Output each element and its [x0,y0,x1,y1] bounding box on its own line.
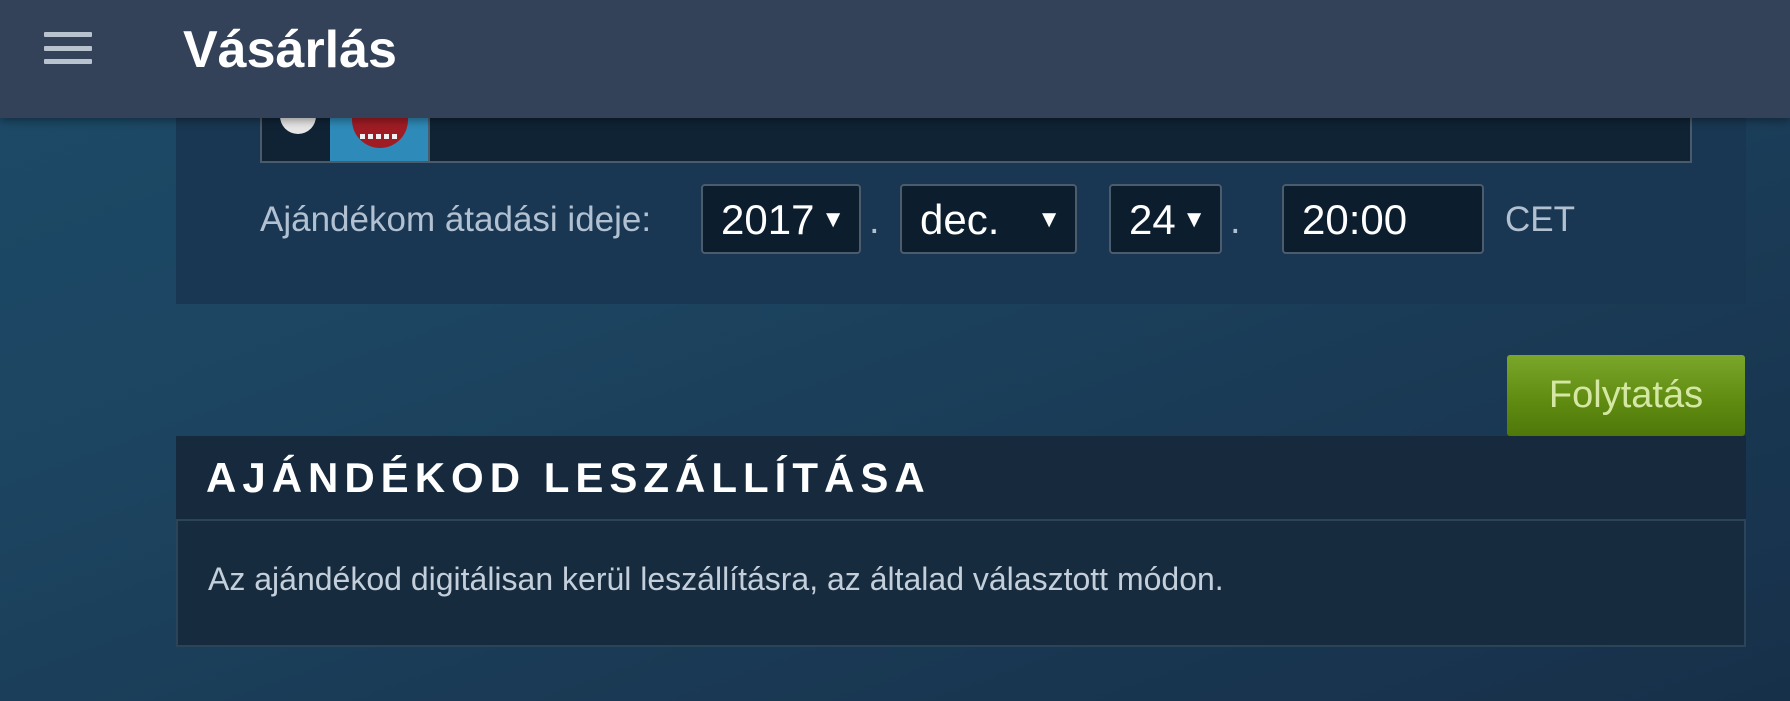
avatar-face [352,118,408,148]
page-title: Vásárlás [183,21,397,79]
dropdown-arrow-icon: ▼ [821,206,845,233]
delivery-title: AJÁNDÉKOD LESZÁLLÍTÁSA [206,454,931,501]
dropdown-arrow-icon: ▼ [1182,206,1206,233]
delivery-section-body: Az ajándékod digitálisan kerül leszállít… [176,519,1746,647]
delivery-description: Az ajándékod digitálisan kerül leszállít… [208,561,1224,597]
timezone-label: CET [1505,200,1575,239]
time-input[interactable]: 20:00 [1282,184,1484,254]
date-separator: . [869,200,880,242]
app-bar: Vásárlás [0,0,1790,118]
month-select[interactable]: dec. ▼ [900,184,1077,254]
continue-button[interactable]: Folytatás [1507,355,1745,436]
hamburger-menu-icon[interactable] [40,28,96,68]
date-separator: . [1230,200,1241,242]
gift-time-label: Ajándékom átadási ideje: [260,200,652,239]
delivery-section-header: AJÁNDÉKOD LESZÁLLÍTÁSA [176,436,1746,520]
dropdown-arrow-icon: ▼ [1037,206,1061,233]
day-select[interactable]: 24 ▼ [1109,184,1222,254]
year-select[interactable]: 2017 ▼ [701,184,861,254]
